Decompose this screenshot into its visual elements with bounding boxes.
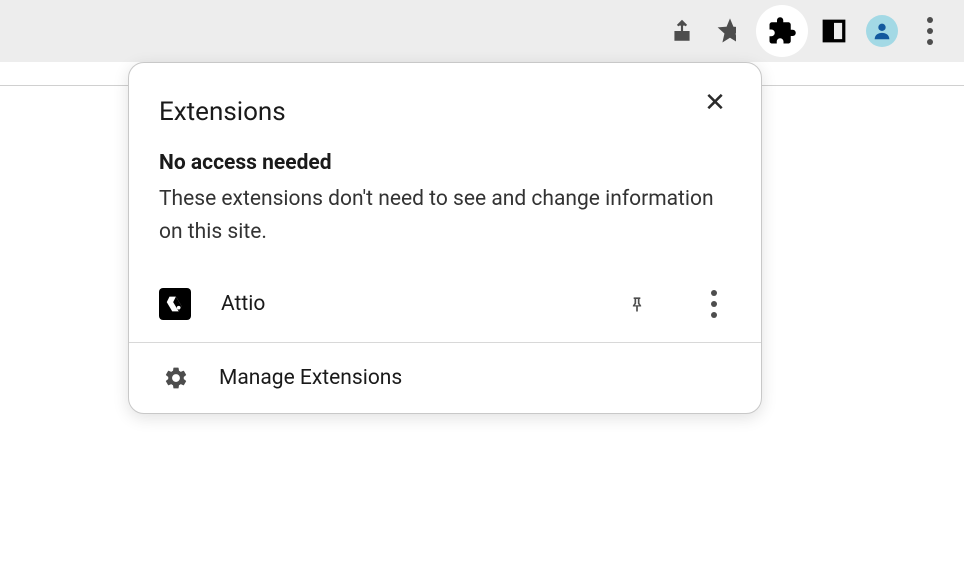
- popup-header: Extensions ✕: [129, 63, 761, 139]
- devtools-button[interactable]: [812, 9, 856, 53]
- share-icon: [669, 18, 695, 44]
- extension-more-button[interactable]: [697, 284, 731, 324]
- extensions-popup: Extensions ✕ No access needed These exte…: [128, 62, 762, 414]
- avatar: [866, 15, 898, 47]
- close-button[interactable]: ✕: [699, 87, 731, 119]
- attio-logo-icon: [164, 293, 186, 315]
- section-title: No access needed: [159, 151, 731, 175]
- profile-button[interactable]: [860, 9, 904, 53]
- puzzle-icon: [767, 16, 797, 46]
- close-icon: ✕: [704, 90, 726, 116]
- gear-icon: [163, 365, 189, 391]
- panel-icon: [821, 18, 847, 44]
- pin-icon: [627, 294, 647, 314]
- kebab-icon: [711, 290, 717, 318]
- popup-title: Extensions: [159, 97, 286, 127]
- extensions-button[interactable]: [756, 5, 808, 57]
- main-menu-button[interactable]: [908, 9, 952, 53]
- person-icon: [871, 20, 893, 42]
- pin-button[interactable]: [617, 284, 657, 324]
- extension-favicon: [159, 288, 191, 320]
- share-button[interactable]: [660, 9, 704, 53]
- browser-toolbar: [0, 0, 964, 62]
- kebab-icon: [927, 17, 933, 45]
- extension-item[interactable]: Attio: [129, 274, 761, 342]
- section-description: These extensions don't need to see and c…: [159, 183, 731, 248]
- no-access-section: No access needed These extensions don't …: [129, 139, 761, 274]
- manage-extensions-button[interactable]: Manage Extensions: [129, 343, 761, 413]
- extension-name: Attio: [221, 292, 597, 316]
- manage-extensions-label: Manage Extensions: [219, 366, 402, 390]
